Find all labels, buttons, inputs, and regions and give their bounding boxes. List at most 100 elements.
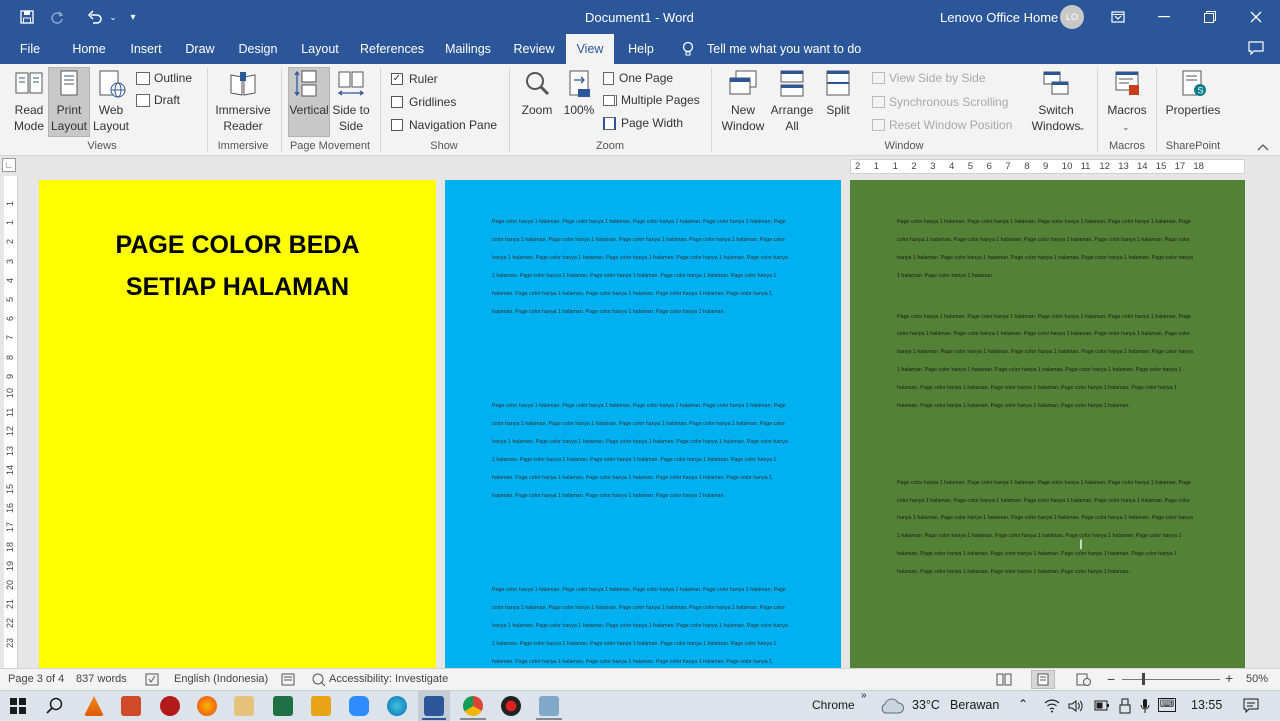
zoom-slider-track[interactable]: [1122, 679, 1220, 680]
recorder-icon[interactable]: [501, 696, 521, 716]
reset-window-position-button[interactable]: Reset Window Position: [872, 118, 1012, 132]
tab-references[interactable]: References: [355, 34, 429, 64]
search-icon[interactable]: [46, 697, 64, 718]
tab-insert[interactable]: Insert: [123, 34, 169, 64]
chrome-tray-label[interactable]: Chrome: [812, 698, 855, 712]
save-icon[interactable]: [16, 6, 38, 28]
page-count[interactable]: Page 3 of 4: [8, 673, 64, 685]
redo-icon[interactable]: [46, 6, 68, 28]
zoom-app-icon[interactable]: [349, 696, 369, 716]
print-layout-view-icon[interactable]: [1031, 670, 1055, 689]
usb-icon[interactable]: [1119, 698, 1131, 717]
tray-overflow-icon[interactable]: »: [861, 690, 867, 701]
tab-file[interactable]: File: [10, 34, 50, 64]
document-area[interactable]: ∟ 1 1 2 3 4 5 6 7 8 9 10 11 12 13 14 15 16 17 18 19 20 21 22 23…: [0, 156, 1280, 668]
language[interactable]: English (Indonesia): [174, 673, 268, 685]
immersive-reader-button[interactable]: Immersive Reader: [214, 68, 272, 134]
chrome-icon[interactable]: [463, 696, 483, 716]
read-mode-button[interactable]: Read Mode: [7, 68, 51, 134]
tab-selector-icon[interactable]: ∟: [2, 158, 16, 172]
edge-icon[interactable]: [387, 696, 407, 716]
properties-button[interactable]: S Properties: [1162, 68, 1224, 118]
macros-dropdown-icon[interactable]: ⌄: [1122, 122, 1130, 133]
undo-dropdown-icon[interactable]: ⌄: [102, 6, 124, 28]
tray-chevron-icon[interactable]: ⌃: [1018, 697, 1028, 711]
cloud-icon[interactable]: [879, 698, 905, 717]
volume-icon[interactable]: [1068, 699, 1084, 716]
synchronous-scrolling-button[interactable]: Synchronous Scrolling: [872, 95, 1008, 109]
print-layout-button[interactable]: Print Layout: [48, 67, 90, 137]
body-paragraph[interactable]: Page color hanya 1 halaman. Page color h…: [492, 398, 792, 505]
input-method-icon[interactable]: ⌨: [1158, 698, 1176, 712]
battery-icon[interactable]: [1094, 700, 1110, 714]
ribbon-display-options-icon[interactable]: [1095, 0, 1141, 34]
account-name[interactable]: Lenovo Office Home: [940, 10, 1058, 25]
tab-layout[interactable]: Layout: [294, 34, 346, 64]
windows-start-icon[interactable]: [10, 698, 26, 717]
draft-button[interactable]: Draft: [136, 93, 180, 107]
zoom-button[interactable]: Zoom: [518, 68, 556, 118]
gridlines-checkbox[interactable]: Gridlines: [391, 95, 456, 109]
vertical-ruler[interactable]: 1 1 2 3 4 5 6 7 8 9 10 11 12 13 14 15 16 17 18 19 20 21 22 23: [4, 176, 18, 668]
word-taskbar-button[interactable]: [418, 691, 450, 721]
vlc-icon[interactable]: [84, 696, 104, 716]
excel-icon[interactable]: [273, 696, 293, 716]
tab-help[interactable]: Help: [619, 34, 663, 64]
remote-desktop-icon[interactable]: [539, 696, 559, 716]
tab-mailings[interactable]: Mailings: [438, 34, 498, 64]
page-width-button[interactable]: Page Width: [603, 116, 683, 130]
close-icon[interactable]: [1233, 0, 1279, 34]
zoom-level[interactable]: 50%: [1246, 673, 1268, 685]
page-2[interactable]: Page color hanya 1 halaman. Page color h…: [445, 180, 841, 668]
zoom-100-button[interactable]: 100%: [560, 68, 598, 118]
accessibility-icon[interactable]: [312, 673, 326, 689]
arrange-all-button[interactable]: Arrange All: [769, 68, 815, 134]
vertical-button[interactable]: Vertical: [288, 67, 330, 137]
tell-me-search[interactable]: Tell me what you want to do: [707, 42, 861, 56]
navigation-pane-checkbox[interactable]: Navigation Pane: [391, 118, 497, 132]
firefox-icon[interactable]: [197, 696, 217, 716]
comments-icon[interactable]: [1248, 41, 1264, 58]
zoom-in-icon[interactable]: +: [1225, 670, 1233, 686]
clock[interactable]: 13:55: [1191, 698, 1222, 712]
ruler-checkbox[interactable]: ✓ Ruler: [391, 72, 438, 86]
body-paragraph[interactable]: Page color hanya 1 halaman. Page color h…: [492, 214, 792, 321]
body-paragraph[interactable]: Page color hanya 1 halaman. Page color h…: [897, 214, 1197, 286]
macro-recording-icon[interactable]: [281, 673, 295, 689]
read-mode-view-icon[interactable]: [996, 673, 1012, 689]
microphone-icon[interactable]: [1140, 698, 1150, 717]
network-icon[interactable]: [1044, 699, 1060, 716]
tab-review[interactable]: Review: [507, 34, 561, 64]
temperature[interactable]: 33°C: [912, 698, 940, 712]
accessibility-status[interactable]: Accessibility: Investigate: [329, 673, 448, 685]
powerpoint-icon[interactable]: [121, 696, 141, 716]
body-paragraph[interactable]: Page color hanya 1 halaman. Page color h…: [897, 309, 1197, 416]
outline-button[interactable]: Outline: [136, 71, 192, 85]
minimize-icon[interactable]: [1141, 0, 1187, 34]
one-page-button[interactable]: One Page: [603, 71, 673, 85]
view-side-by-side-button[interactable]: View Side by Side: [872, 71, 986, 85]
app-icon[interactable]: [160, 696, 180, 716]
tab-draw[interactable]: Draw: [178, 34, 222, 64]
tab-design[interactable]: Design: [231, 34, 285, 64]
multiple-pages-button[interactable]: Multiple Pages: [603, 93, 700, 107]
new-window-button[interactable]: New Window: [718, 68, 768, 134]
word-count[interactable]: 837 words: [76, 673, 127, 685]
web-layout-view-icon[interactable]: [1076, 673, 1092, 689]
side-to-side-button[interactable]: Side to Side: [331, 68, 371, 134]
body-paragraph[interactable]: Page color hanya 1 halaman. Page color h…: [897, 475, 1197, 582]
page-1[interactable]: PAGE COLOR BEDA SETIAP HALAMAN: [39, 180, 436, 668]
file-explorer-icon[interactable]: [234, 696, 254, 716]
tab-view[interactable]: View: [566, 34, 614, 64]
avatar[interactable]: LO: [1060, 5, 1084, 29]
page-3[interactable]: Page color hanya 1 halaman. Page color h…: [850, 180, 1245, 668]
tab-home[interactable]: Home: [64, 34, 114, 64]
web-layout-button[interactable]: Web Layout: [90, 68, 132, 134]
split-button[interactable]: Split: [818, 68, 858, 118]
proofing-icon[interactable]: [145, 673, 159, 689]
notifications-icon[interactable]: [1243, 697, 1259, 716]
switch-windows-dropdown-icon[interactable]: ⌄: [1078, 122, 1086, 133]
customize-qat-icon[interactable]: ▾: [122, 6, 144, 28]
media-player-icon[interactable]: [311, 696, 331, 716]
horizontal-ruler[interactable]: 2 1 1 2 3 4 5 6 7 8 9 10 11 12 13 14 15 17 18: [850, 159, 1245, 174]
